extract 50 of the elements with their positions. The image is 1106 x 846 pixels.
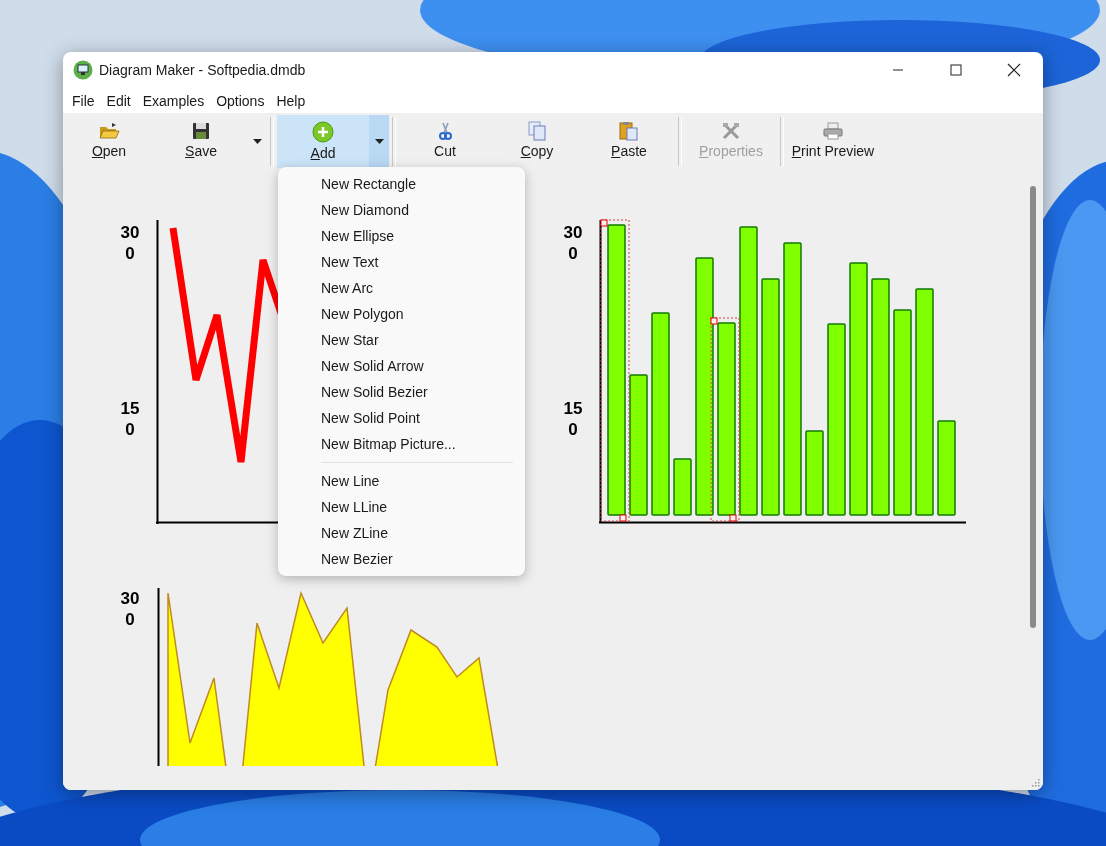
toolbar-button[interactable]: Add [277, 115, 369, 168]
dropdown-button[interactable] [369, 115, 389, 168]
selection-frame[interactable] [600, 219, 630, 522]
menu-item[interactable]: New Diamond [278, 197, 525, 223]
menu-item[interactable]: Edit [100, 92, 137, 109]
axis-label: 30 0 [562, 222, 584, 264]
menu-item[interactable]: New Solid Arrow [278, 353, 525, 379]
bar [673, 458, 692, 516]
axis-label: 15 0 [119, 398, 141, 440]
caret-icon [374, 139, 384, 144]
clipboard-icon [618, 121, 640, 141]
menu-item[interactable]: New Rectangle [278, 171, 525, 197]
menu-item[interactable]: New Text [278, 249, 525, 275]
menu-item[interactable]: File [66, 92, 101, 109]
toolbar-button[interactable]: Paste [583, 115, 675, 168]
tools-icon [721, 121, 741, 141]
window-title: Diagram Maker - Softpedia.dmdb [99, 62, 306, 78]
copy-icon [526, 121, 548, 141]
selection-frame[interactable] [710, 317, 740, 522]
close-icon [1007, 63, 1021, 77]
folder-icon [98, 121, 120, 141]
menu-item[interactable]: Help [270, 92, 312, 109]
menu-item[interactable]: New Star [278, 327, 525, 353]
menu-item[interactable]: New Bezier [278, 546, 525, 572]
menu-item[interactable]: New Line [278, 468, 525, 494]
toolbar-button[interactable]: Cut [399, 115, 491, 168]
menu-item[interactable]: Options [210, 92, 271, 109]
menu-item[interactable]: New Polygon [278, 301, 525, 327]
menu-item[interactable]: New Ellipse [278, 223, 525, 249]
toolbar-button[interactable]: Copy [491, 115, 583, 168]
plus-icon [312, 121, 334, 143]
toolbar-button[interactable]: Print Preview [787, 115, 879, 168]
monitor-icon [73, 60, 93, 80]
printer-icon [822, 121, 844, 141]
toolbar-button[interactable]: Open [63, 115, 155, 168]
toolbar-button[interactable]: Save [155, 115, 247, 168]
menu-item[interactable]: New Bitmap Picture... [278, 431, 525, 457]
scrollbar-thumb[interactable] [1030, 186, 1036, 628]
menu-item[interactable]: New Arc [278, 275, 525, 301]
resize-grip-icon[interactable] [1031, 778, 1040, 787]
maximize-icon [950, 64, 962, 76]
menu-item[interactable]: New ZLine [278, 520, 525, 546]
axis-label: 30 0 [119, 588, 141, 630]
axis-label: 15 0 [562, 398, 584, 440]
caret-icon [252, 139, 262, 144]
menu-item[interactable]: New LLine [278, 494, 525, 520]
menu-item[interactable]: New Solid Point [278, 405, 525, 431]
axis-label: 30 0 [119, 222, 141, 264]
menu-item[interactable]: New Solid Bezier [278, 379, 525, 405]
menu-item[interactable]: Examples [136, 92, 211, 109]
